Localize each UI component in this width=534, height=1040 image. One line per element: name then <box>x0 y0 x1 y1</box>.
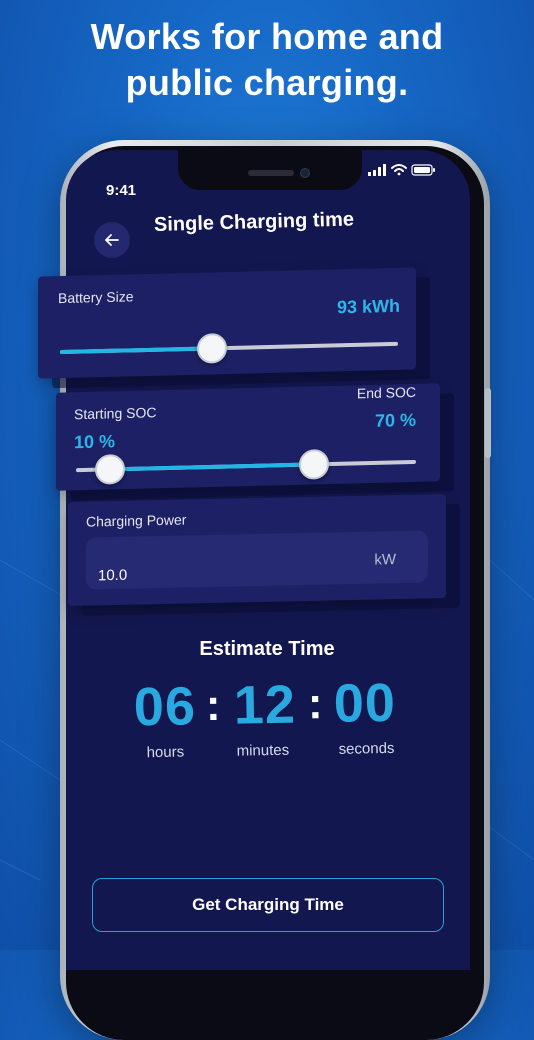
soc-card: Starting SOC 10 % End SOC 70 % <box>56 383 440 491</box>
battery-slider-thumb[interactable] <box>197 332 228 364</box>
headline: Works for home and public charging. <box>0 14 534 106</box>
charging-power-input[interactable]: 10.0 kW <box>86 530 428 590</box>
starting-soc-value: 10 % <box>74 431 116 453</box>
charging-power-card: Charging Power 10.0 kW <box>68 494 446 606</box>
battery-size-value: 93 kWh <box>336 295 400 318</box>
hours-label: hours <box>146 743 185 762</box>
hours-value: 06 <box>133 676 197 738</box>
status-time: 9:41 <box>106 182 137 199</box>
estimate-timer: 06 : 12 : 00 hours minutes seconds <box>131 668 413 763</box>
charging-power-value: 10.0 <box>98 566 128 585</box>
soc-slider-fill <box>110 462 314 472</box>
end-soc-label: End SOC <box>356 383 416 402</box>
minutes-value: 12 <box>233 674 297 736</box>
battery-slider-fill <box>60 346 213 355</box>
timer-separator: : <box>307 679 323 729</box>
get-charging-time-button[interactable]: Get Charging Time <box>92 878 444 932</box>
phone-side-button <box>485 388 491 458</box>
starting-soc-label: Starting SOC <box>74 404 157 423</box>
minutes-label: minutes <box>236 741 290 760</box>
phone-speaker <box>248 170 294 176</box>
signal-icon <box>368 164 386 176</box>
battery-size-card: Battery Size 93 kWh <box>38 267 416 379</box>
status-icons <box>368 162 438 183</box>
back-button[interactable] <box>94 222 130 258</box>
phone-camera <box>300 168 310 178</box>
estimate-title: Estimate Time <box>199 638 335 660</box>
seconds-label: seconds <box>338 739 395 758</box>
seconds-value: 00 <box>333 672 397 734</box>
headline-line-1: Works for home and <box>90 16 444 57</box>
battery-size-label: Battery Size <box>58 288 134 307</box>
battery-icon <box>411 164 435 176</box>
charging-power-label: Charging Power <box>86 511 187 530</box>
arrow-left-icon <box>105 234 119 246</box>
charging-power-unit: kW <box>374 551 396 569</box>
soc-end-thumb[interactable] <box>299 449 329 480</box>
end-soc-value: 70 % <box>374 409 416 431</box>
headline-line-2: public charging. <box>125 62 409 103</box>
wifi-icon <box>391 164 407 176</box>
soc-start-thumb[interactable] <box>95 454 125 485</box>
timer-separator: : <box>205 680 221 731</box>
